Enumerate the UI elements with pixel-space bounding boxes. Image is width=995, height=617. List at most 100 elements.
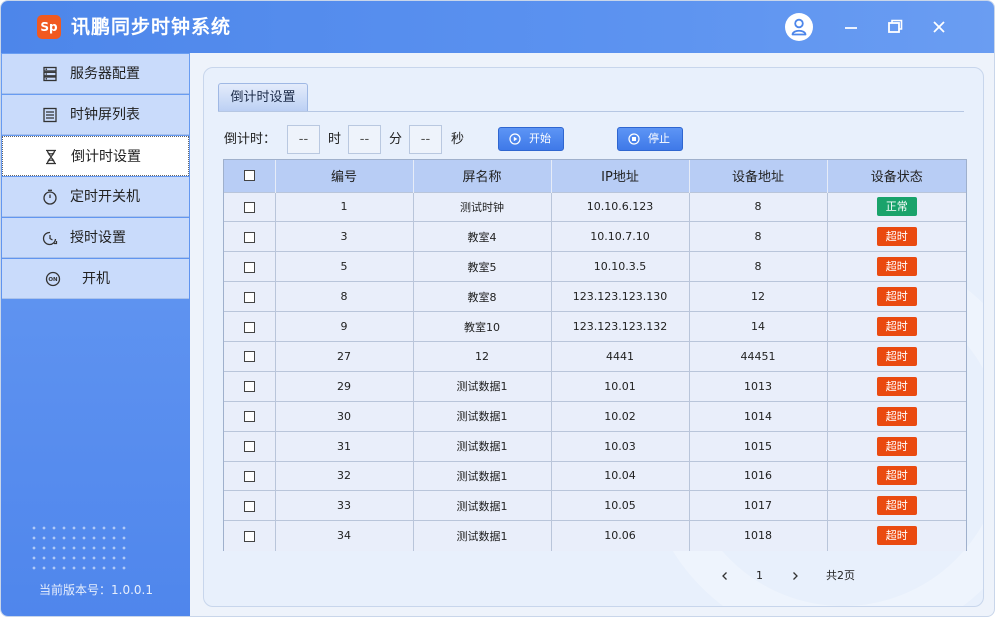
stop-button[interactable]: 停止 xyxy=(617,127,683,151)
start-button-label: 开始 xyxy=(529,132,551,145)
table-row[interactable]: 9 教室10 123.123.123.132 14 超时 xyxy=(224,311,966,342)
cell-status: 超时 xyxy=(827,221,966,252)
sidebar-item-power-on[interactable]: ON 开机 xyxy=(2,259,189,299)
pagination: 1 共2页 xyxy=(714,566,914,586)
status-badge: 超时 xyxy=(876,376,917,396)
column-header-status[interactable]: 设备状态 xyxy=(827,160,966,192)
cell-address: 44451 xyxy=(689,340,828,372)
row-checkbox[interactable] xyxy=(243,530,255,542)
row-select-cell[interactable] xyxy=(224,460,276,491)
row-checkbox[interactable] xyxy=(243,441,255,453)
cell-id: 29 xyxy=(275,370,414,402)
table-row[interactable]: 5 教室5 10.10.3.5 8 超时 xyxy=(224,251,966,282)
row-select-cell[interactable] xyxy=(224,430,276,462)
table-row[interactable]: 29 测试数据1 10.01 1013 超时 xyxy=(224,370,966,402)
row-checkbox[interactable] xyxy=(243,201,255,213)
row-checkbox[interactable] xyxy=(243,470,255,482)
cell-id: 9 xyxy=(275,311,414,342)
row-checkbox[interactable] xyxy=(243,351,255,363)
second-unit: 秒 xyxy=(451,132,465,147)
sidebar-item-time-sync[interactable]: 授时设置 xyxy=(2,218,189,258)
sidebar-item-label: 服务器配置 xyxy=(70,66,140,82)
server-icon xyxy=(43,66,57,82)
power-on-icon: ON xyxy=(45,271,61,287)
table-row[interactable]: 1 测试时钟 10.10.6.123 8 正常 xyxy=(224,191,966,222)
cell-id: 32 xyxy=(275,460,414,491)
cell-address: 8 xyxy=(689,191,828,222)
cell-id: 30 xyxy=(275,400,414,432)
row-select-cell[interactable] xyxy=(224,400,276,432)
column-header-id[interactable]: 编号 xyxy=(275,160,414,192)
hourglass-icon xyxy=(46,149,56,165)
current-page[interactable]: 1 xyxy=(756,566,763,586)
row-checkbox[interactable] xyxy=(243,411,255,423)
play-icon xyxy=(509,133,521,145)
cell-name: 测试数据1 xyxy=(413,430,552,462)
maximize-button[interactable] xyxy=(883,15,907,39)
row-select-cell[interactable] xyxy=(224,221,276,252)
column-header-name[interactable]: 屏名称 xyxy=(413,160,552,192)
status-badge: 超时 xyxy=(876,526,917,546)
table-row[interactable]: 31 测试数据1 10.03 1015 超时 xyxy=(224,430,966,462)
close-button[interactable] xyxy=(927,15,951,39)
table-row[interactable]: 30 测试数据1 10.02 1014 超时 xyxy=(224,400,966,432)
sidebar-item-scheduled-power[interactable]: 定时开关机 xyxy=(2,177,189,217)
user-button[interactable] xyxy=(785,13,813,41)
row-select-cell[interactable] xyxy=(224,490,276,521)
cell-name: 测试数据1 xyxy=(413,520,552,551)
tab-countdown[interactable]: 倒计时设置 xyxy=(218,83,308,111)
status-badge: 超时 xyxy=(876,436,917,456)
chevron-right-icon[interactable] xyxy=(790,571,800,581)
table-row[interactable]: 33 测试数据1 10.05 1017 超时 xyxy=(224,490,966,521)
column-header-address[interactable]: 设备地址 xyxy=(689,160,828,192)
hour-input[interactable]: -- xyxy=(287,125,320,154)
countdown-controls: 倒计时： -- 时 -- 分 -- 秒 开始 停止 xyxy=(224,125,824,155)
row-checkbox[interactable] xyxy=(243,291,255,303)
row-select-cell[interactable] xyxy=(224,340,276,372)
table-row[interactable]: 34 测试数据1 10.06 1018 超时 xyxy=(224,520,966,551)
status-badge: 超时 xyxy=(876,317,917,336)
row-checkbox[interactable] xyxy=(243,500,255,512)
table-row[interactable]: 3 教室4 10.10.7.10 8 超时 xyxy=(224,221,966,252)
cell-ip: 4441 xyxy=(551,340,690,372)
start-button[interactable]: 开始 xyxy=(498,127,564,151)
cell-name: 教室10 xyxy=(413,311,552,342)
status-badge: 超时 xyxy=(876,466,917,486)
version-label: 当前版本号：1.0.0.1 xyxy=(39,583,153,597)
sidebar-item-server-config[interactable]: 服务器配置 xyxy=(2,54,189,94)
row-checkbox[interactable] xyxy=(243,231,255,243)
table-row[interactable]: 27 12 4441 44451 超时 xyxy=(224,340,966,372)
cell-status: 超时 xyxy=(827,520,966,551)
cell-address: 1015 xyxy=(689,430,828,462)
select-all-checkbox[interactable] xyxy=(243,170,255,182)
row-select-cell[interactable] xyxy=(224,311,276,342)
row-checkbox[interactable] xyxy=(243,381,255,393)
app-logo: Sp xyxy=(37,15,61,39)
chevron-left-icon[interactable] xyxy=(720,571,730,581)
table-row[interactable]: 32 测试数据1 10.04 1016 超时 xyxy=(224,460,966,491)
cell-id: 34 xyxy=(275,520,414,551)
row-checkbox[interactable] xyxy=(243,261,255,273)
stop-button-label: 停止 xyxy=(648,132,670,145)
row-select-cell[interactable] xyxy=(224,251,276,282)
cell-address: 8 xyxy=(689,251,828,282)
sidebar-item-clock-list[interactable]: 时钟屏列表 xyxy=(2,95,189,135)
cell-name: 测试时钟 xyxy=(413,191,552,222)
minimize-button[interactable] xyxy=(839,15,863,39)
column-header-ip[interactable]: IP地址 xyxy=(551,160,690,192)
row-select-cell[interactable] xyxy=(224,191,276,222)
row-checkbox[interactable] xyxy=(243,321,255,333)
row-select-cell[interactable] xyxy=(224,520,276,551)
status-badge: 超时 xyxy=(876,287,917,307)
minute-input[interactable]: -- xyxy=(348,125,381,154)
cell-address: 14 xyxy=(689,311,828,342)
row-select-cell[interactable] xyxy=(224,370,276,402)
second-input[interactable]: -- xyxy=(409,125,442,154)
table-row[interactable]: 8 教室8 123.123.123.130 12 超时 xyxy=(224,281,966,312)
cell-ip: 10.10.7.10 xyxy=(551,221,690,252)
cell-name: 测试数据1 xyxy=(413,400,552,432)
row-select-cell[interactable] xyxy=(224,281,276,312)
sidebar-item-countdown[interactable]: 倒计时设置 xyxy=(2,136,189,176)
cell-ip: 10.05 xyxy=(551,490,690,521)
select-all-cell[interactable] xyxy=(224,160,276,192)
